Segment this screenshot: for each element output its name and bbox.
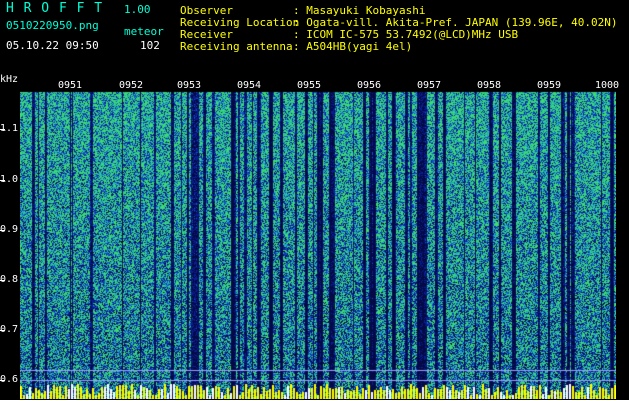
app-title: H R O F F T xyxy=(6,1,104,16)
time-label: 0953 xyxy=(176,80,203,91)
info-antenna-key: Receiving antenna xyxy=(180,40,293,53)
app-version: 1.00 xyxy=(124,3,151,16)
axis-tick xyxy=(0,230,5,231)
time-label: 0956 xyxy=(356,80,383,91)
axis-tick xyxy=(0,280,5,281)
meteor-count: 102 xyxy=(140,39,160,52)
spectrogram xyxy=(20,80,616,399)
time-label: 0957 xyxy=(416,80,443,91)
info-antenna-value: : A504HB(yagi 4el) xyxy=(293,40,413,53)
axis-tick xyxy=(0,180,5,181)
time-label: 0952 xyxy=(118,80,145,91)
time-label: 0951 xyxy=(57,80,84,91)
file-datetime: 05.10.22 09:50 xyxy=(6,39,99,52)
time-label: 0954 xyxy=(236,80,263,91)
mode-label: meteor xyxy=(124,25,164,38)
axis-tick xyxy=(0,330,5,331)
time-label: 0959 xyxy=(536,80,563,91)
time-label: 0958 xyxy=(476,80,503,91)
time-label: 0955 xyxy=(296,80,323,91)
file-name: 0510220950.png xyxy=(6,19,99,32)
axis-unit: kHz xyxy=(0,74,19,85)
time-label: 1000 xyxy=(594,80,621,91)
axis-tick xyxy=(0,129,5,130)
axis-tick xyxy=(0,380,5,381)
